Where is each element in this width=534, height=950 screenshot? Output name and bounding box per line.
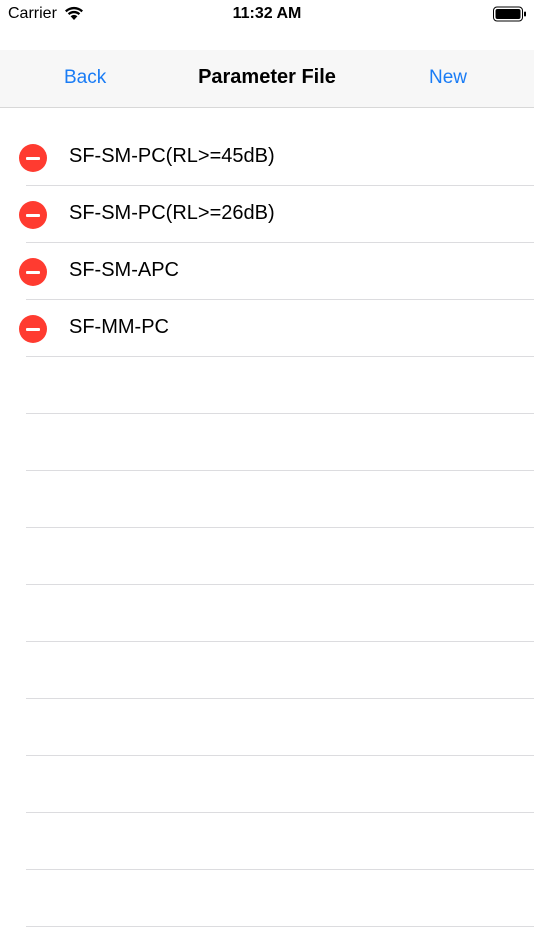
file-name: SF-MM-PC (69, 316, 169, 338)
empty-row (26, 471, 534, 528)
empty-row (26, 870, 534, 927)
file-name: SF-SM-PC(RL>=26dB) (69, 202, 275, 224)
empty-row (26, 528, 534, 585)
minus-circle-icon[interactable] (19, 144, 47, 172)
status-bar: Carrier 11:32 AM (0, 0, 534, 30)
empty-row (26, 699, 534, 756)
empty-row (26, 585, 534, 642)
file-name: SF-SM-PC(RL>=45dB) (69, 145, 275, 167)
battery-full-icon (493, 6, 527, 22)
parameter-file-list: SF-SM-PC(RL>=45dB) SF-SM-PC(RL>=26dB) SF… (0, 129, 534, 927)
list-item[interactable]: SF-SM-PC(RL>=26dB) (19, 186, 534, 243)
clock-time: 11:32 AM (232, 5, 302, 22)
minus-circle-icon[interactable] (19, 201, 47, 229)
empty-row (26, 813, 534, 870)
list-item[interactable]: SF-SM-APC (19, 243, 534, 300)
new-button[interactable]: New (429, 67, 467, 89)
list-item[interactable]: SF-MM-PC (19, 300, 534, 357)
minus-circle-icon[interactable] (19, 258, 47, 286)
navigation-bar: Back Parameter File New (0, 50, 534, 108)
empty-row (26, 756, 534, 813)
empty-row (26, 642, 534, 699)
empty-row (26, 414, 534, 471)
empty-row (26, 357, 534, 414)
list-item[interactable]: SF-SM-PC(RL>=45dB) (19, 129, 534, 186)
minus-circle-icon[interactable] (19, 315, 47, 343)
file-name: SF-SM-APC (69, 259, 179, 281)
